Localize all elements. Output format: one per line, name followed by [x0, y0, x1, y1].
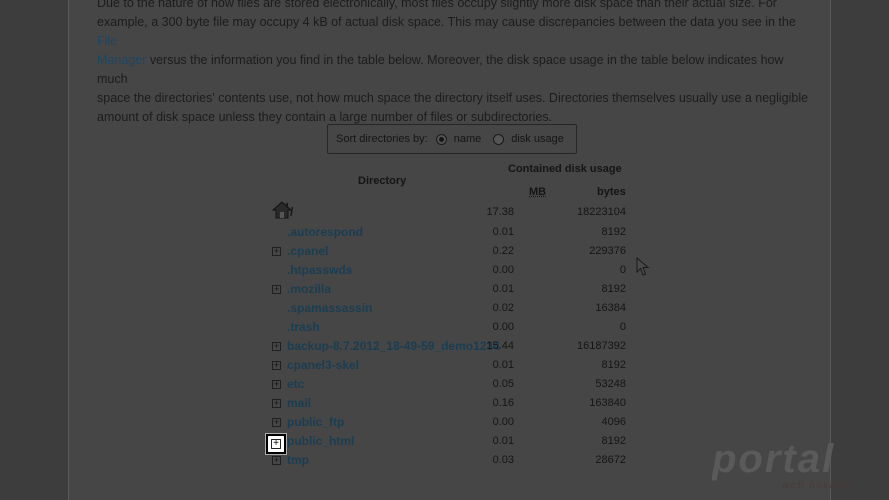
directory-bytes: 16187392	[577, 340, 626, 352]
root-dir-name[interactable]: /	[290, 205, 293, 219]
expand-toggle-icon[interactable]: +	[272, 247, 281, 256]
directory-name-link[interactable]: .trash	[287, 320, 320, 334]
intro-text: Due to the nature of how files are store…	[97, 0, 817, 127]
directory-column-header: Directory	[358, 175, 407, 187]
directory-bytes: 8192	[601, 435, 626, 447]
directory-mb: 0.05	[492, 378, 514, 390]
directory-mb: 0.01	[492, 226, 514, 238]
directory-bytes: 163840	[589, 397, 626, 409]
directory-name-link[interactable]: backup-8.7.2012_18-49-59_demo1234	[287, 339, 500, 353]
expand-toggle-icon[interactable]: +	[272, 456, 281, 465]
directory-name-link[interactable]: cpanel3-skel	[287, 358, 359, 372]
expand-toggle-icon[interactable]: +	[272, 361, 281, 370]
intro-line-2: example, a 300 byte file may occupy 4 kB…	[97, 15, 796, 29]
directory-bytes: 229376	[589, 245, 626, 257]
sort-by-name-option[interactable]: name	[435, 133, 482, 145]
directory-name-link[interactable]: public_html	[287, 434, 354, 448]
svg-text:portal: portal	[712, 437, 835, 481]
directory-mb: 0.01	[492, 435, 514, 447]
directory-row[interactable]: + backup-8.7.2012_18-49-59_demo1234 15.44 1…	[268, 338, 638, 357]
directory-bytes: 8192	[601, 283, 626, 295]
directory-bytes: 16384	[595, 302, 626, 314]
bytes-column-header: bytes	[597, 186, 626, 198]
root-row[interactable]: / 17.38 18223104	[268, 201, 638, 223]
sort-usage-radio[interactable]	[493, 133, 505, 145]
mouse-cursor-icon	[636, 257, 650, 276]
file-manager-link-cont[interactable]: Manager	[97, 53, 146, 67]
sort-by-usage-option[interactable]: disk usage	[493, 133, 564, 145]
directory-row[interactable]: .spamassassin 0.02 16384	[268, 300, 638, 319]
directory-bytes: 0	[619, 264, 626, 276]
directory-row[interactable]: + public_html 0.01 8192	[268, 433, 638, 452]
intro-line-3: versus the information you find in the t…	[97, 53, 784, 86]
directory-bytes: 28672	[595, 454, 626, 466]
directory-mb: 0.22	[492, 245, 514, 257]
expand-toggle-icon[interactable]: +	[272, 418, 281, 427]
svg-text:web hosting: web hosting	[782, 480, 852, 491]
root-mb: 17.38	[486, 206, 514, 218]
portal-logo: portal web hosting	[712, 437, 852, 491]
directory-bytes: 8192	[601, 226, 626, 238]
directory-bytes: 0	[619, 321, 626, 333]
directory-name-link[interactable]: .htpasswds	[287, 263, 352, 277]
directory-name-link[interactable]: etc	[287, 377, 304, 391]
directory-name-link[interactable]: public_ftp	[287, 415, 344, 429]
expand-toggle-icon[interactable]: +	[272, 380, 281, 389]
file-manager-link[interactable]: File	[97, 34, 117, 48]
sort-options-box: Sort directories by: name disk usage	[327, 124, 577, 154]
directory-mb: 0.00	[492, 264, 514, 276]
directory-row[interactable]: + public_ftp 0.00 4096	[268, 414, 638, 433]
directory-mb: 0.01	[492, 283, 514, 295]
directory-row[interactable]: + etc 0.05 53248	[268, 376, 638, 395]
directory-mb: 0.00	[492, 416, 514, 428]
expand-icon: +	[271, 439, 281, 449]
contained-usage-header: Contained disk usage	[508, 163, 622, 175]
intro-line-5: amount of disk space unless they contain…	[97, 110, 553, 124]
sort-label: Sort directories by:	[336, 133, 428, 145]
expand-toggle-icon[interactable]: +	[272, 399, 281, 408]
directory-bytes: 4096	[601, 416, 626, 428]
sort-name-radio[interactable]	[435, 133, 447, 145]
directory-name-link[interactable]: .mozilla	[287, 282, 331, 296]
directory-name-link[interactable]: .autorespond	[287, 225, 363, 239]
directory-row[interactable]: .trash 0.00 0	[268, 319, 638, 338]
root-bytes: 18223104	[577, 206, 626, 218]
sort-name-label: name	[453, 133, 482, 145]
directory-row[interactable]: + tmp 0.03 28672	[268, 452, 638, 471]
directory-name-link[interactable]: .spamassassin	[287, 301, 372, 315]
expand-toggle-icon[interactable]: +	[272, 342, 281, 351]
directory-name-link[interactable]: .cpanel	[287, 244, 328, 258]
directory-row[interactable]: + .cpanel 0.22 229376	[268, 243, 638, 262]
directory-mb: 0.16	[492, 397, 514, 409]
intro-line-4: space the directories' contents use, not…	[97, 91, 809, 105]
directory-mb: 0.00	[492, 321, 514, 333]
highlighted-expand-button[interactable]: +	[266, 434, 286, 454]
intro-line-1: Due to the nature of how files are store…	[97, 0, 777, 10]
mb-column-header[interactable]: MB	[529, 186, 546, 198]
directory-mb: 0.01	[492, 359, 514, 371]
directory-row[interactable]: + .mozilla 0.01 8192	[268, 281, 638, 300]
directory-name-link[interactable]: tmp	[287, 453, 309, 467]
expand-toggle-icon[interactable]: +	[272, 285, 281, 294]
directory-row[interactable]: + mail 0.16 163840	[268, 395, 638, 414]
directory-mb: 15.44	[486, 340, 514, 352]
directory-bytes: 8192	[601, 359, 626, 371]
directory-bytes: 53248	[595, 378, 626, 390]
directory-mb: 0.02	[492, 302, 514, 314]
directory-mb: 0.03	[492, 454, 514, 466]
sort-usage-label: disk usage	[511, 133, 564, 145]
directory-name-link[interactable]: mail	[287, 396, 311, 410]
directory-row[interactable]: + cpanel3-skel 0.01 8192	[268, 357, 638, 376]
directory-row[interactable]: .htpasswds 0.00 0	[268, 262, 638, 281]
directory-row[interactable]: .autorespond 0.01 8192	[268, 224, 638, 243]
